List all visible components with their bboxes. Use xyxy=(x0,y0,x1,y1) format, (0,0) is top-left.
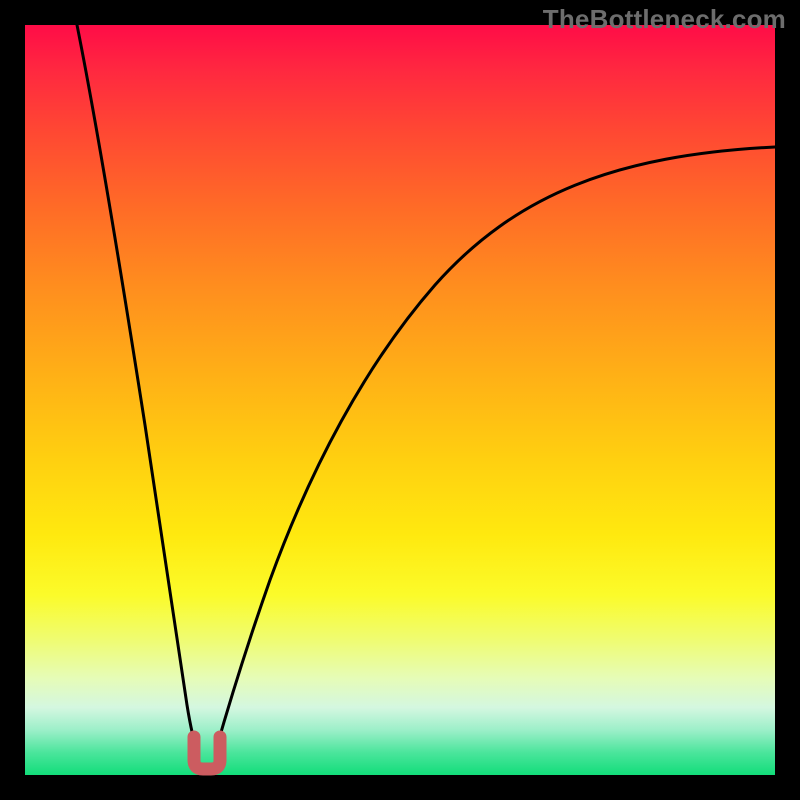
minimum-marker-icon xyxy=(194,737,220,769)
chart-frame: TheBottleneck.com xyxy=(0,0,800,800)
plot-area xyxy=(25,25,775,775)
curve-layer xyxy=(25,25,775,775)
watermark-text: TheBottleneck.com xyxy=(543,4,786,35)
curve-left-branch xyxy=(77,25,198,753)
curve-right-branch xyxy=(215,147,775,753)
